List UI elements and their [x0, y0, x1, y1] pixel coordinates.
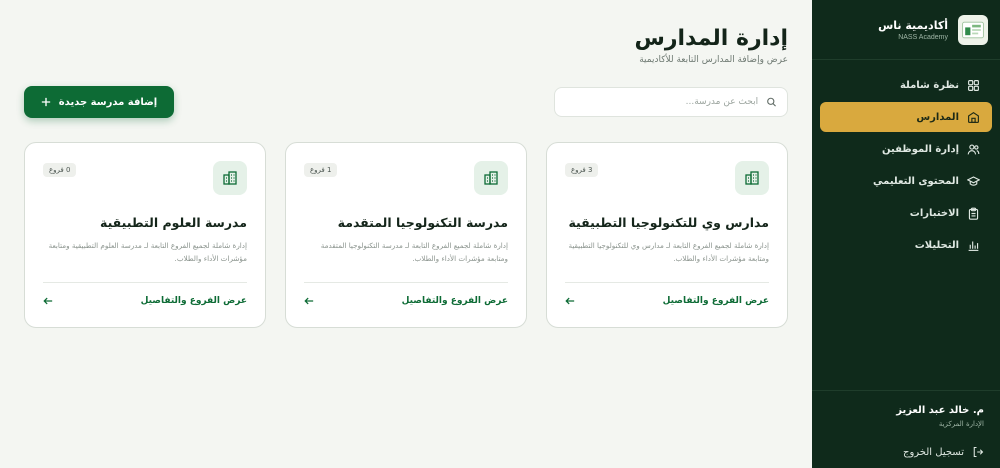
arrow-left-icon	[43, 297, 53, 305]
user-panel: م. خالد عبد العزيز الإدارة المركزية تسجي…	[812, 390, 1000, 468]
sidebar-item-label: نظرة شاملة	[899, 79, 959, 91]
sidebar-item-label: المحتوى التعليمي	[873, 175, 959, 187]
school-name: مدرسة العلوم التطبيقية	[99, 215, 247, 230]
brand-name: أكاديمية ناس	[878, 18, 948, 32]
sidebar-item-label: المدارس	[916, 111, 959, 123]
bar-chart-icon	[968, 240, 979, 251]
school-name: مدارس وي للتكنولوجيا التطبيقية	[568, 215, 769, 230]
view-branches-link[interactable]: عرض الفروع والتفاصيل	[565, 283, 769, 319]
graduation-cap-icon	[967, 175, 980, 186]
logout-icon	[973, 446, 984, 458]
sidebar-item-schools[interactable]: المدارس	[820, 102, 992, 132]
branch-count-badge: 3 فروع	[565, 163, 599, 177]
branch-count-badge: 1 فروع	[304, 163, 338, 177]
add-school-label: إضافة مدرسة جديدة	[58, 96, 158, 108]
logout-label: تسجيل الخروج	[902, 446, 964, 458]
search-box[interactable]	[554, 87, 788, 117]
school-description: إدارة شاملة لجميع الفروع التابعة لـ مدرس…	[48, 241, 247, 263]
add-school-button[interactable]: إضافة مدرسة جديدة	[24, 86, 174, 118]
building-icon	[213, 161, 247, 195]
building-icon	[474, 161, 508, 195]
user-name: م. خالد عبد العزيز	[896, 405, 984, 416]
sidebar: أكاديمية ناس NASS Academy نظرة شاملة الم…	[812, 0, 1000, 468]
branch-count-badge: 0 فروع	[43, 163, 77, 177]
arrow-left-icon	[304, 297, 314, 305]
brand-subtitle: NASS Academy	[898, 33, 948, 41]
school-card[interactable]: 1 فروع مدرسة التكنولوجيا المتقدمة إدارة …	[285, 142, 527, 328]
view-branches-label: عرض الفروع والتفاصيل	[401, 296, 508, 306]
view-branches-label: عرض الفروع والتفاصيل	[662, 296, 769, 306]
school-card[interactable]: 3 فروع مدارس وي للتكنولوجيا التطبيقية إد…	[546, 142, 788, 328]
sidebar-item-label: الاختبارات	[909, 207, 959, 219]
schools-grid: 3 فروع مدارس وي للتكنولوجيا التطبيقية إد…	[24, 142, 788, 328]
school-card[interactable]: 0 فروع مدرسة العلوم التطبيقية إدارة شامل…	[24, 142, 266, 328]
logout-button[interactable]: تسجيل الخروج	[828, 446, 984, 458]
page-subtitle: عرض وإضافة المدارس التابعة للأكاديمية	[639, 55, 788, 65]
clipboard-icon	[968, 207, 979, 220]
sidebar-item-overview[interactable]: نظرة شاملة	[820, 70, 992, 100]
search-input[interactable]	[565, 97, 759, 107]
users-icon	[967, 143, 980, 154]
view-branches-link[interactable]: عرض الفروع والتفاصيل	[304, 283, 508, 319]
sidebar-item-analytics[interactable]: التحليلات	[820, 230, 992, 260]
view-branches-label: عرض الفروع والتفاصيل	[140, 296, 247, 306]
school-description: إدارة شاملة لجميع الفروع التابعة لـ مدرس…	[320, 241, 508, 263]
sidebar-nav: نظرة شاملة المدارس إدارة الموظفين المحتو…	[812, 60, 1000, 260]
main-content: إدارة المدارس عرض وإضافة المدارس التابعة…	[0, 0, 812, 468]
page-title: إدارة المدارس	[634, 26, 788, 51]
sidebar-item-exams[interactable]: الاختبارات	[820, 198, 992, 228]
school-icon	[968, 111, 979, 123]
plus-icon	[41, 97, 50, 107]
sidebar-item-content[interactable]: المحتوى التعليمي	[820, 166, 992, 196]
brand[interactable]: أكاديمية ناس NASS Academy	[812, 0, 1000, 60]
arrow-left-icon	[565, 297, 575, 305]
sidebar-item-label: التحليلات	[914, 239, 959, 251]
view-branches-link[interactable]: عرض الفروع والتفاصيل	[43, 283, 247, 319]
academy-logo-icon	[958, 14, 988, 45]
search-icon	[767, 97, 777, 107]
sidebar-item-label: إدارة الموظفين	[882, 143, 959, 155]
building-icon	[735, 161, 769, 195]
user-role: الإدارة المركزية	[938, 420, 984, 428]
school-description: إدارة شاملة لجميع الفروع التابعة لـ مدار…	[568, 241, 769, 263]
school-name: مدرسة التكنولوجيا المتقدمة	[337, 215, 508, 230]
grid-icon	[968, 79, 979, 91]
sidebar-item-staff[interactable]: إدارة الموظفين	[820, 134, 992, 164]
